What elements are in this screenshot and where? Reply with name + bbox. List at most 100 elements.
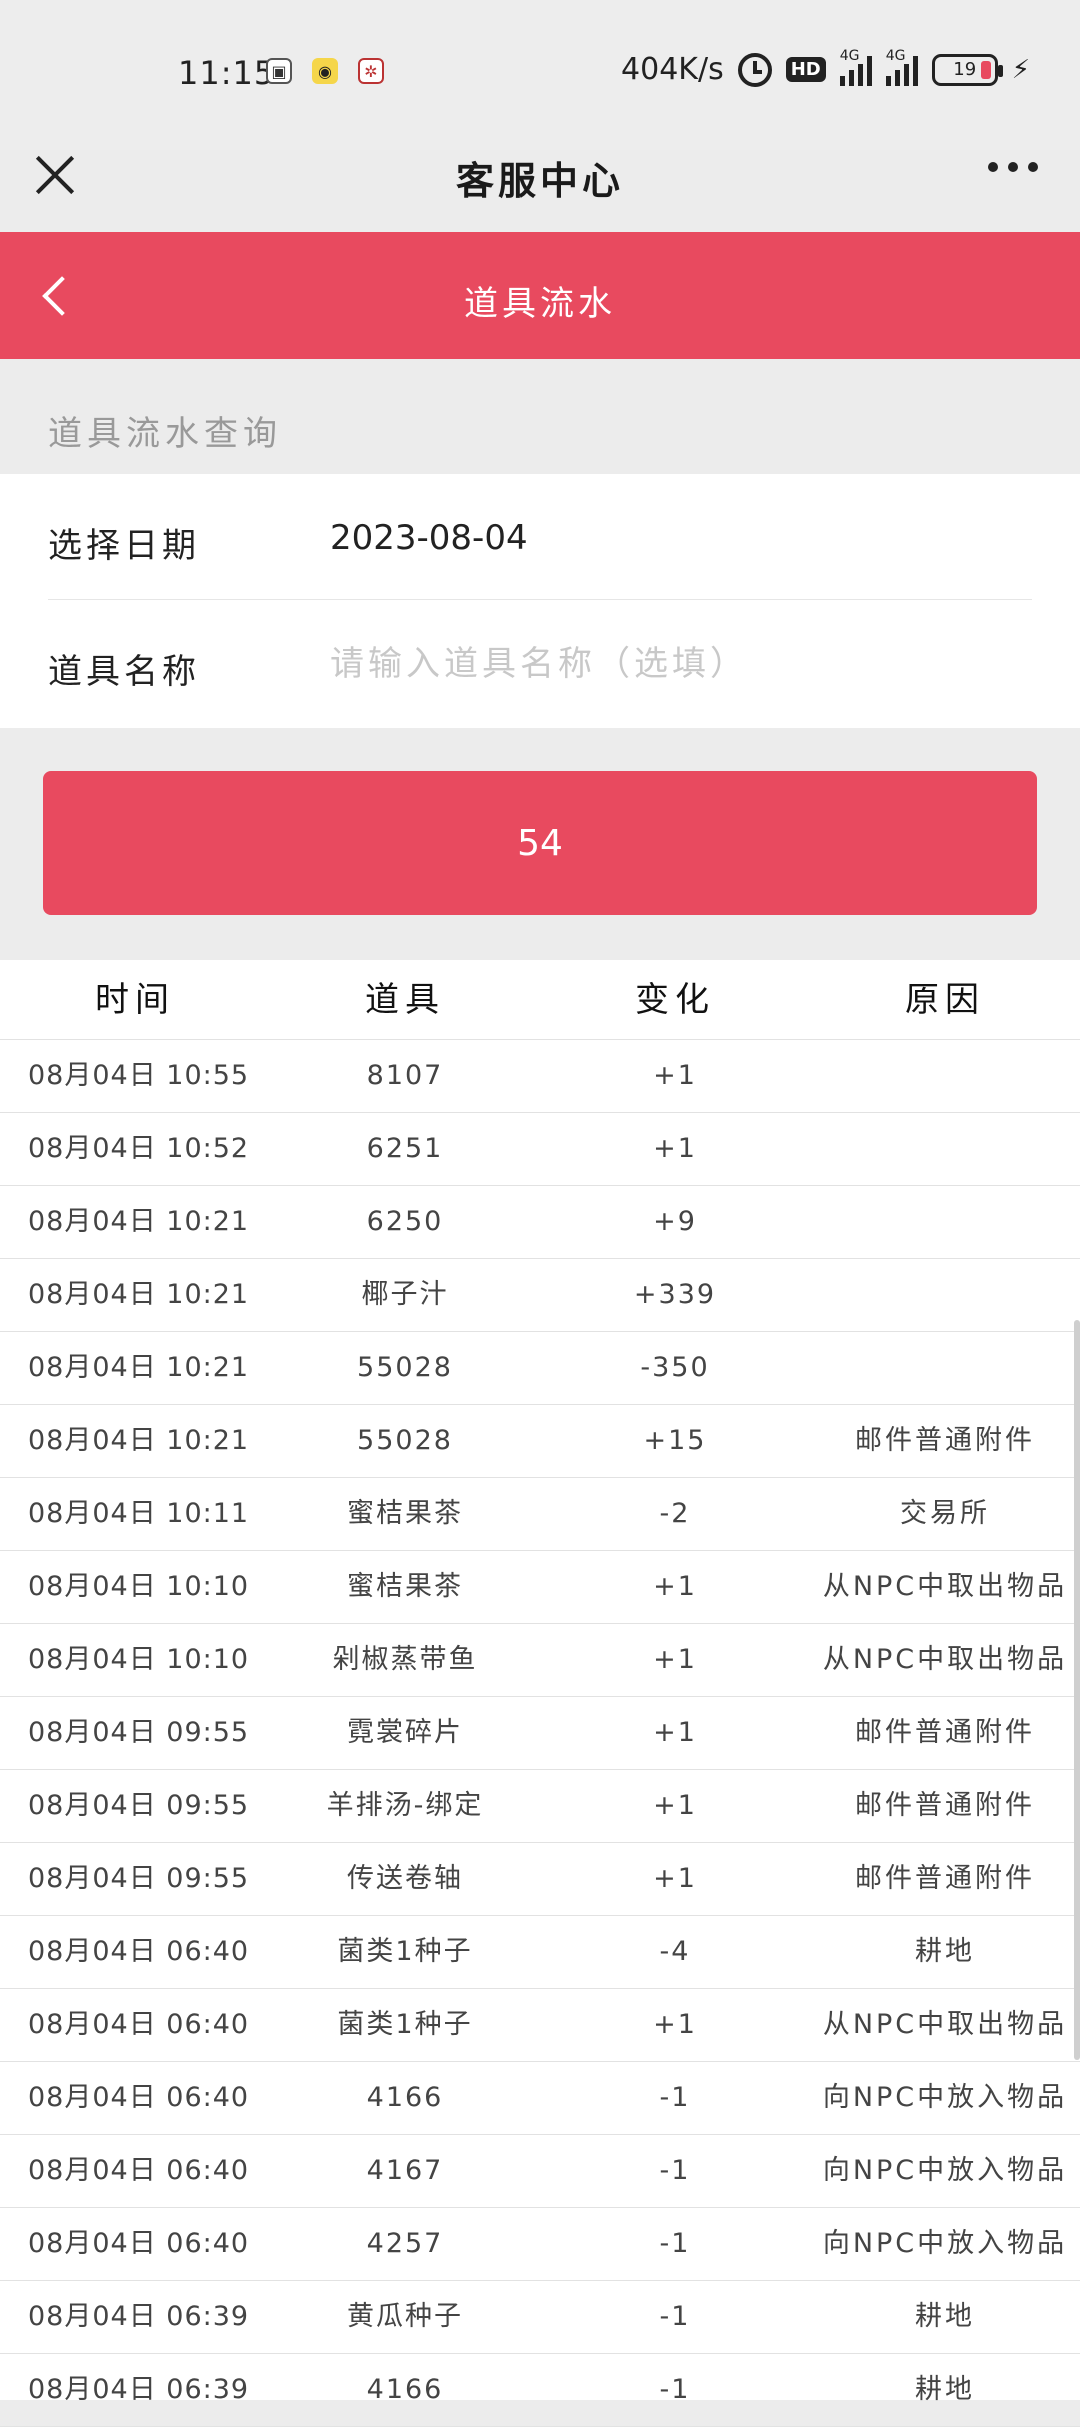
table-row: 08月04日 10:21 椰子汁 +339 xyxy=(0,1259,1080,1332)
row-time: 08月04日 10:11 xyxy=(28,1498,250,1529)
table-row: 08月04日 10:52 6251 +1 xyxy=(0,1113,1080,1186)
row-time: 08月04日 10:10 xyxy=(28,1644,250,1675)
net-speed: 404K/s xyxy=(621,52,724,87)
row-time: 08月04日 06:39 xyxy=(28,2374,250,2405)
hd-badge: HD xyxy=(785,57,826,82)
table-header: 时间 道具 变化 原因 xyxy=(0,960,1080,1040)
row-time: 08月04日 10:21 xyxy=(28,1206,250,1237)
section-header: 道具流水 xyxy=(0,232,1080,359)
table-row: 08月04日 10:21 55028 +15 邮件普通附件 xyxy=(0,1405,1080,1478)
row-reason: 向NPC中放入物品 xyxy=(822,2228,1068,2259)
table-row: 08月04日 09:55 霓裳碎片 +1 邮件普通附件 xyxy=(0,1697,1080,1770)
alarm-clock-icon xyxy=(737,52,772,87)
row-item: 菌类1种子 xyxy=(337,1936,473,1967)
signal-network-tag-2: 4G xyxy=(885,47,906,64)
row-change: -1 xyxy=(659,2082,691,2113)
row-change: -350 xyxy=(640,1352,710,1383)
table-row: 08月04日 10:11 蜜桔果茶 -2 交易所 xyxy=(0,1478,1080,1551)
notification-icons: ▣ ◉ ✲ xyxy=(266,58,384,84)
table-row: 08月04日 06:40 菌类1种子 -4 耕地 xyxy=(0,1916,1080,1989)
row-reason: 耕地 xyxy=(915,1936,975,1967)
row-change: -1 xyxy=(659,2301,691,2332)
table-row: 08月04日 06:40 菌类1种子 +1 从NPC中取出物品 xyxy=(0,1989,1080,2062)
row-item: 剁椒蒸带鱼 xyxy=(332,1644,478,1675)
row-change: +1 xyxy=(653,2009,697,2040)
column-header-time: 时间 xyxy=(95,980,175,1020)
header-title: 道具流水 xyxy=(464,284,616,324)
table-row: 08月04日 10:55 8107 +1 xyxy=(0,1040,1080,1113)
row-change: -1 xyxy=(659,2228,691,2259)
row-change: +1 xyxy=(653,1790,697,1821)
status-right: 404K/s HD 4G 4G 19 ⚡ xyxy=(621,48,1030,88)
item-name-row: 道具名称 xyxy=(48,600,1032,726)
item-name-label: 道具名称 xyxy=(48,652,200,692)
row-item: 4167 xyxy=(366,2155,444,2186)
column-header-change: 变化 xyxy=(635,980,715,1020)
row-reason: 邮件普通附件 xyxy=(855,1425,1035,1456)
row-item: 蜜桔果茶 xyxy=(347,1571,463,1602)
row-time: 08月04日 06:40 xyxy=(28,2155,250,2186)
row-item: 4166 xyxy=(366,2082,444,2113)
row-change: +339 xyxy=(633,1279,717,1310)
row-reason: 邮件普通附件 xyxy=(855,1717,1035,1748)
game-notification-icon-2: ✲ xyxy=(358,58,384,84)
row-time: 08月04日 10:55 xyxy=(28,1060,250,1091)
table-row: 08月04日 10:21 6250 +9 xyxy=(0,1186,1080,1259)
page-title: 客服中心 xyxy=(455,159,624,203)
table-row: 08月04日 06:39 黄瓜种子 -1 耕地 xyxy=(0,2281,1080,2354)
row-item: 4166 xyxy=(366,2374,444,2405)
item-flow-table: 时间 道具 变化 原因 08月04日 10:55 8107 +1 08月04日 10:… xyxy=(0,960,1080,2427)
date-picker[interactable]: 2023-08-04 xyxy=(330,518,528,558)
row-change: +1 xyxy=(653,1133,697,1164)
status-time: 11:15 xyxy=(178,54,276,92)
row-time: 08月04日 10:21 xyxy=(28,1279,250,1310)
more-options-icon[interactable] xyxy=(988,162,1038,172)
row-item: 霓裳碎片 xyxy=(347,1717,463,1748)
row-reason: 交易所 xyxy=(900,1498,990,1529)
row-item: 黄瓜种子 xyxy=(347,2301,463,2332)
date-label: 选择日期 xyxy=(48,526,200,566)
date-row[interactable]: 选择日期 2023-08-04 xyxy=(48,474,1032,600)
row-change: +1 xyxy=(653,1060,697,1091)
row-time: 08月04日 10:52 xyxy=(28,1133,250,1164)
row-item: 羊排汤-绑定 xyxy=(326,1790,484,1821)
app-notification-icon: ▣ xyxy=(266,58,292,84)
row-time: 08月04日 06:39 xyxy=(28,2301,250,2332)
row-item: 6250 xyxy=(366,1206,444,1237)
table-body: 08月04日 10:55 8107 +1 08月04日 10:52 6251 +1 08月0… xyxy=(0,1040,1080,2427)
table-row: 08月04日 09:55 羊排汤-绑定 +1 邮件普通附件 xyxy=(0,1770,1080,1843)
signal-strength-icon: 4G xyxy=(839,48,872,86)
row-time: 08月04日 10:21 xyxy=(28,1425,250,1456)
row-item: 菌类1种子 xyxy=(337,2009,473,2040)
row-item: 8107 xyxy=(366,1060,444,1091)
row-time: 08月04日 10:21 xyxy=(28,1352,250,1383)
row-time: 08月04日 06:40 xyxy=(28,2009,250,2040)
row-item: 椰子汁 xyxy=(361,1279,449,1310)
column-header-item: 道具 xyxy=(365,980,445,1020)
table-row: 08月04日 09:55 传送卷轴 +1 邮件普通附件 xyxy=(0,1843,1080,1916)
scrollbar[interactable] xyxy=(1074,1320,1080,2060)
table-row: 08月04日 10:21 55028 -350 xyxy=(0,1332,1080,1405)
row-change: -4 xyxy=(659,1936,691,1967)
row-item: 55028 xyxy=(357,1352,453,1383)
row-change: -1 xyxy=(659,2374,691,2405)
row-reason: 从NPC中取出物品 xyxy=(822,2009,1068,2040)
signal-network-tag: 4G xyxy=(839,47,860,64)
table-row: 08月04日 10:10 蜜桔果茶 +1 从NPC中取出物品 xyxy=(0,1551,1080,1624)
row-time: 08月04日 06:40 xyxy=(28,2082,250,2113)
row-time: 08月04日 09:55 xyxy=(28,1863,250,1894)
row-time: 08月04日 09:55 xyxy=(28,1790,250,1821)
item-name-input[interactable] xyxy=(330,636,1030,692)
row-change: +9 xyxy=(653,1206,697,1237)
row-change: -2 xyxy=(659,1498,691,1529)
battery-level: 19 xyxy=(953,59,977,80)
status-bar: 11:15 ▣ ◉ ✲ 404K/s HD 4G 4G 19 ⚡ xyxy=(0,0,1080,150)
row-time: 08月04日 10:10 xyxy=(28,1571,250,1602)
row-reason: 邮件普通附件 xyxy=(855,1790,1035,1821)
column-header-reason: 原因 xyxy=(905,980,985,1020)
title-bar: 客服中心 xyxy=(0,150,1080,232)
query-submit-button[interactable]: 54 xyxy=(43,771,1037,915)
row-change: -1 xyxy=(659,2155,691,2186)
table-row: 08月04日 06:40 4166 -1 向NPC中放入物品 xyxy=(0,2062,1080,2135)
query-section-label: 道具流水查询 xyxy=(48,414,282,454)
